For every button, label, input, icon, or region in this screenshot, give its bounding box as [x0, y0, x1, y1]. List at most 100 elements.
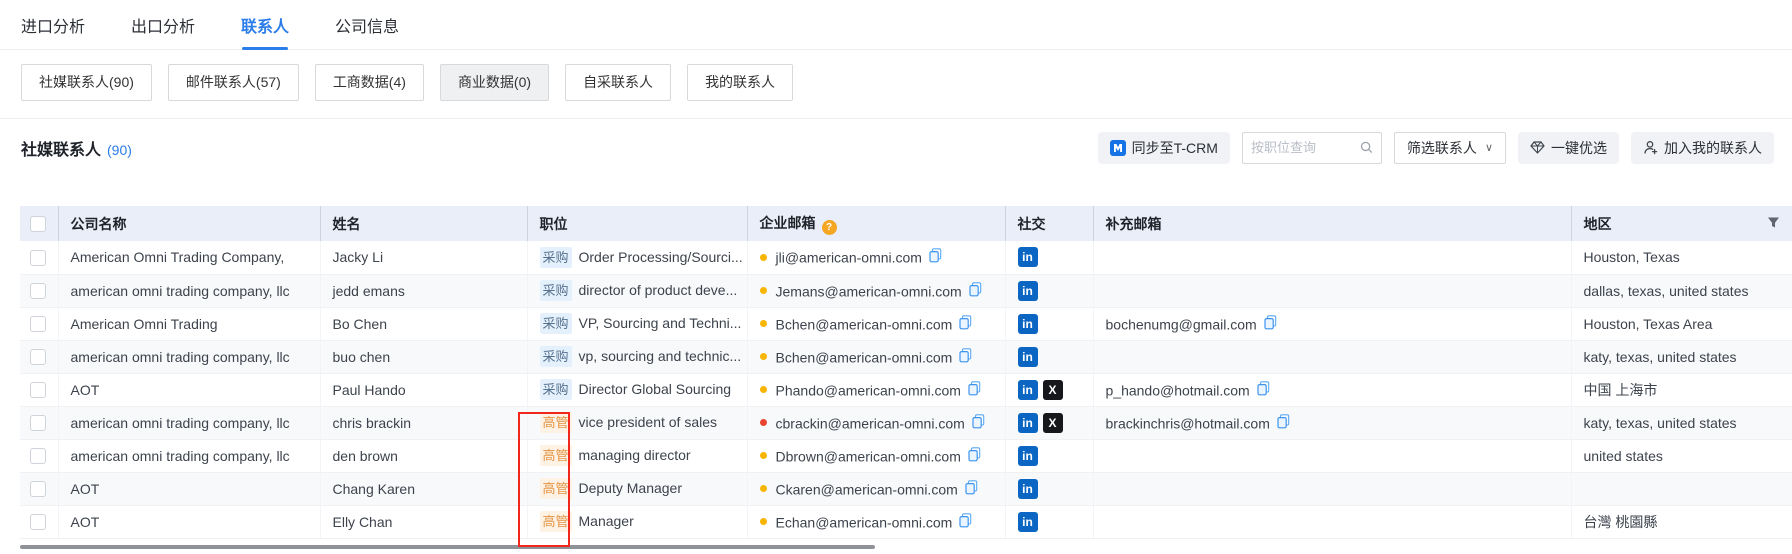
extra-email-cell	[1093, 340, 1571, 373]
table-header: 公司名称 姓名 职位 企业邮箱? 社交 补充邮箱 地区	[20, 206, 1792, 241]
copy-icon[interactable]	[965, 480, 978, 498]
linkedin-icon[interactable]: in	[1018, 347, 1038, 367]
chip-self-collected[interactable]: 自采联系人	[565, 64, 671, 101]
linkedin-icon[interactable]: in	[1018, 479, 1038, 499]
email-status-dot	[760, 254, 767, 261]
x-twitter-icon[interactable]: X	[1043, 413, 1063, 433]
copy-icon[interactable]	[969, 282, 982, 300]
sync-to-tcrm-button[interactable]: 同步至T-CRM	[1098, 132, 1230, 164]
corporate-email-cell: Bchen@american-omni.com	[747, 307, 1005, 340]
add-to-my-contacts-button[interactable]: 加入我的联系人	[1631, 132, 1774, 164]
filter-contacts-dropdown[interactable]: 筛选联系人 ∨	[1394, 132, 1506, 164]
chip-commercial-data[interactable]: 商业数据(0)	[440, 64, 549, 101]
copy-icon[interactable]	[1264, 315, 1277, 333]
email-status-dot	[760, 320, 767, 327]
chip-social-contacts[interactable]: 社媒联系人(90)	[21, 64, 152, 101]
social-cell: inX	[1005, 373, 1093, 406]
position-text: Manager	[579, 513, 634, 529]
social-cell: in	[1005, 472, 1093, 505]
help-icon[interactable]: ?	[822, 220, 837, 235]
position-cell: 高管managing director	[527, 439, 747, 472]
position-text: Deputy Manager	[579, 480, 683, 496]
linkedin-icon[interactable]: in	[1018, 446, 1038, 466]
row-checkbox[interactable]	[30, 382, 46, 398]
chip-email-contacts[interactable]: 邮件联系人(57)	[168, 64, 299, 101]
row-checkbox[interactable]	[30, 481, 46, 497]
linkedin-icon[interactable]: in	[1018, 247, 1038, 267]
corporate-email-cell: Echan@american-omni.com	[747, 505, 1005, 538]
copy-icon[interactable]	[959, 513, 972, 531]
company-cell: AOT	[58, 472, 320, 505]
role-badge: 高管	[540, 412, 572, 433]
tab-company-info[interactable]: 公司信息	[335, 0, 399, 49]
copy-icon[interactable]	[929, 248, 942, 266]
chip-business-registry[interactable]: 工商数据(4)	[315, 64, 424, 101]
email-text: Dbrown@american-omni.com	[776, 448, 961, 464]
top-tab-bar: 进口分析 出口分析 联系人 公司信息	[0, 0, 1792, 50]
one-click-optimize-button[interactable]: 一键优选	[1518, 132, 1619, 164]
select-all-checkbox[interactable]	[30, 216, 46, 232]
tab-import-analysis[interactable]: 进口分析	[21, 0, 85, 49]
copy-icon[interactable]	[1277, 414, 1290, 432]
copy-icon[interactable]	[1257, 381, 1270, 399]
row-checkbox[interactable]	[30, 283, 46, 299]
position-search-input[interactable]	[1251, 140, 1360, 155]
company-cell: AOT	[58, 505, 320, 538]
email-text: Ckaren@american-omni.com	[776, 481, 958, 497]
role-badge: 高管	[540, 511, 572, 532]
linkedin-icon[interactable]: in	[1018, 281, 1038, 301]
add-button-label: 加入我的联系人	[1664, 138, 1762, 158]
header-region: 地区	[1571, 206, 1792, 241]
region-cell	[1571, 472, 1792, 505]
extra-email-cell	[1093, 439, 1571, 472]
email-status-dot	[760, 353, 767, 360]
filter-funnel-icon[interactable]	[1767, 216, 1780, 229]
tab-contacts[interactable]: 联系人	[241, 0, 289, 49]
copy-icon[interactable]	[959, 348, 972, 366]
horizontal-scrollbar-thumb[interactable]	[20, 545, 875, 549]
company-cell: American Omni Trading Company,	[58, 241, 320, 274]
table-row: AOTChang Karen高管Deputy ManagerCkaren@ame…	[20, 472, 1792, 505]
copy-icon[interactable]	[959, 315, 972, 333]
section-count: (90)	[107, 142, 132, 158]
chip-my-contacts[interactable]: 我的联系人	[687, 64, 793, 101]
company-cell: AOT	[58, 373, 320, 406]
contact-name-cell: Chang Karen	[320, 472, 527, 505]
linkedin-icon[interactable]: in	[1018, 512, 1038, 532]
linkedin-icon[interactable]: in	[1018, 380, 1038, 400]
section-title-text: 社媒联系人	[21, 142, 101, 159]
row-checkbox[interactable]	[30, 316, 46, 332]
extra-email-cell: bochenumg@gmail.com	[1093, 307, 1571, 340]
contact-name-cell: buo chen	[320, 340, 527, 373]
contact-name-cell: Jacky Li	[320, 241, 527, 274]
contact-name-cell: chris brackin	[320, 406, 527, 439]
email-status-dot	[760, 452, 767, 459]
row-checkbox[interactable]	[30, 415, 46, 431]
contact-name-cell: jedd emans	[320, 274, 527, 307]
social-cell: in	[1005, 505, 1093, 538]
contact-source-filter-bar: 社媒联系人(90) 邮件联系人(57) 工商数据(4) 商业数据(0) 自采联系…	[0, 50, 1792, 119]
add-user-icon	[1643, 140, 1658, 155]
row-checkbox[interactable]	[30, 448, 46, 464]
row-checkbox[interactable]	[30, 514, 46, 530]
sync-button-label: 同步至T-CRM	[1132, 138, 1218, 158]
row-checkbox[interactable]	[30, 349, 46, 365]
role-badge: 高管	[540, 445, 572, 466]
row-checkbox[interactable]	[30, 250, 46, 266]
linkedin-icon[interactable]: in	[1018, 314, 1038, 334]
linkedin-icon[interactable]: in	[1018, 413, 1038, 433]
tab-export-analysis[interactable]: 出口分析	[131, 0, 195, 49]
header-social: 社交	[1005, 206, 1093, 241]
copy-icon[interactable]	[968, 447, 981, 465]
copy-icon[interactable]	[972, 414, 985, 432]
social-cell: in	[1005, 439, 1093, 472]
x-twitter-icon[interactable]: X	[1043, 380, 1063, 400]
search-icon[interactable]	[1360, 140, 1373, 155]
position-search-box	[1242, 132, 1382, 164]
region-cell: dallas, texas, united states	[1571, 274, 1792, 307]
copy-icon[interactable]	[968, 381, 981, 399]
email-status-dot	[760, 485, 767, 492]
email-status-dot	[760, 287, 767, 294]
email-text: Bchen@american-omni.com	[776, 316, 953, 332]
company-cell: American Omni Trading	[58, 307, 320, 340]
